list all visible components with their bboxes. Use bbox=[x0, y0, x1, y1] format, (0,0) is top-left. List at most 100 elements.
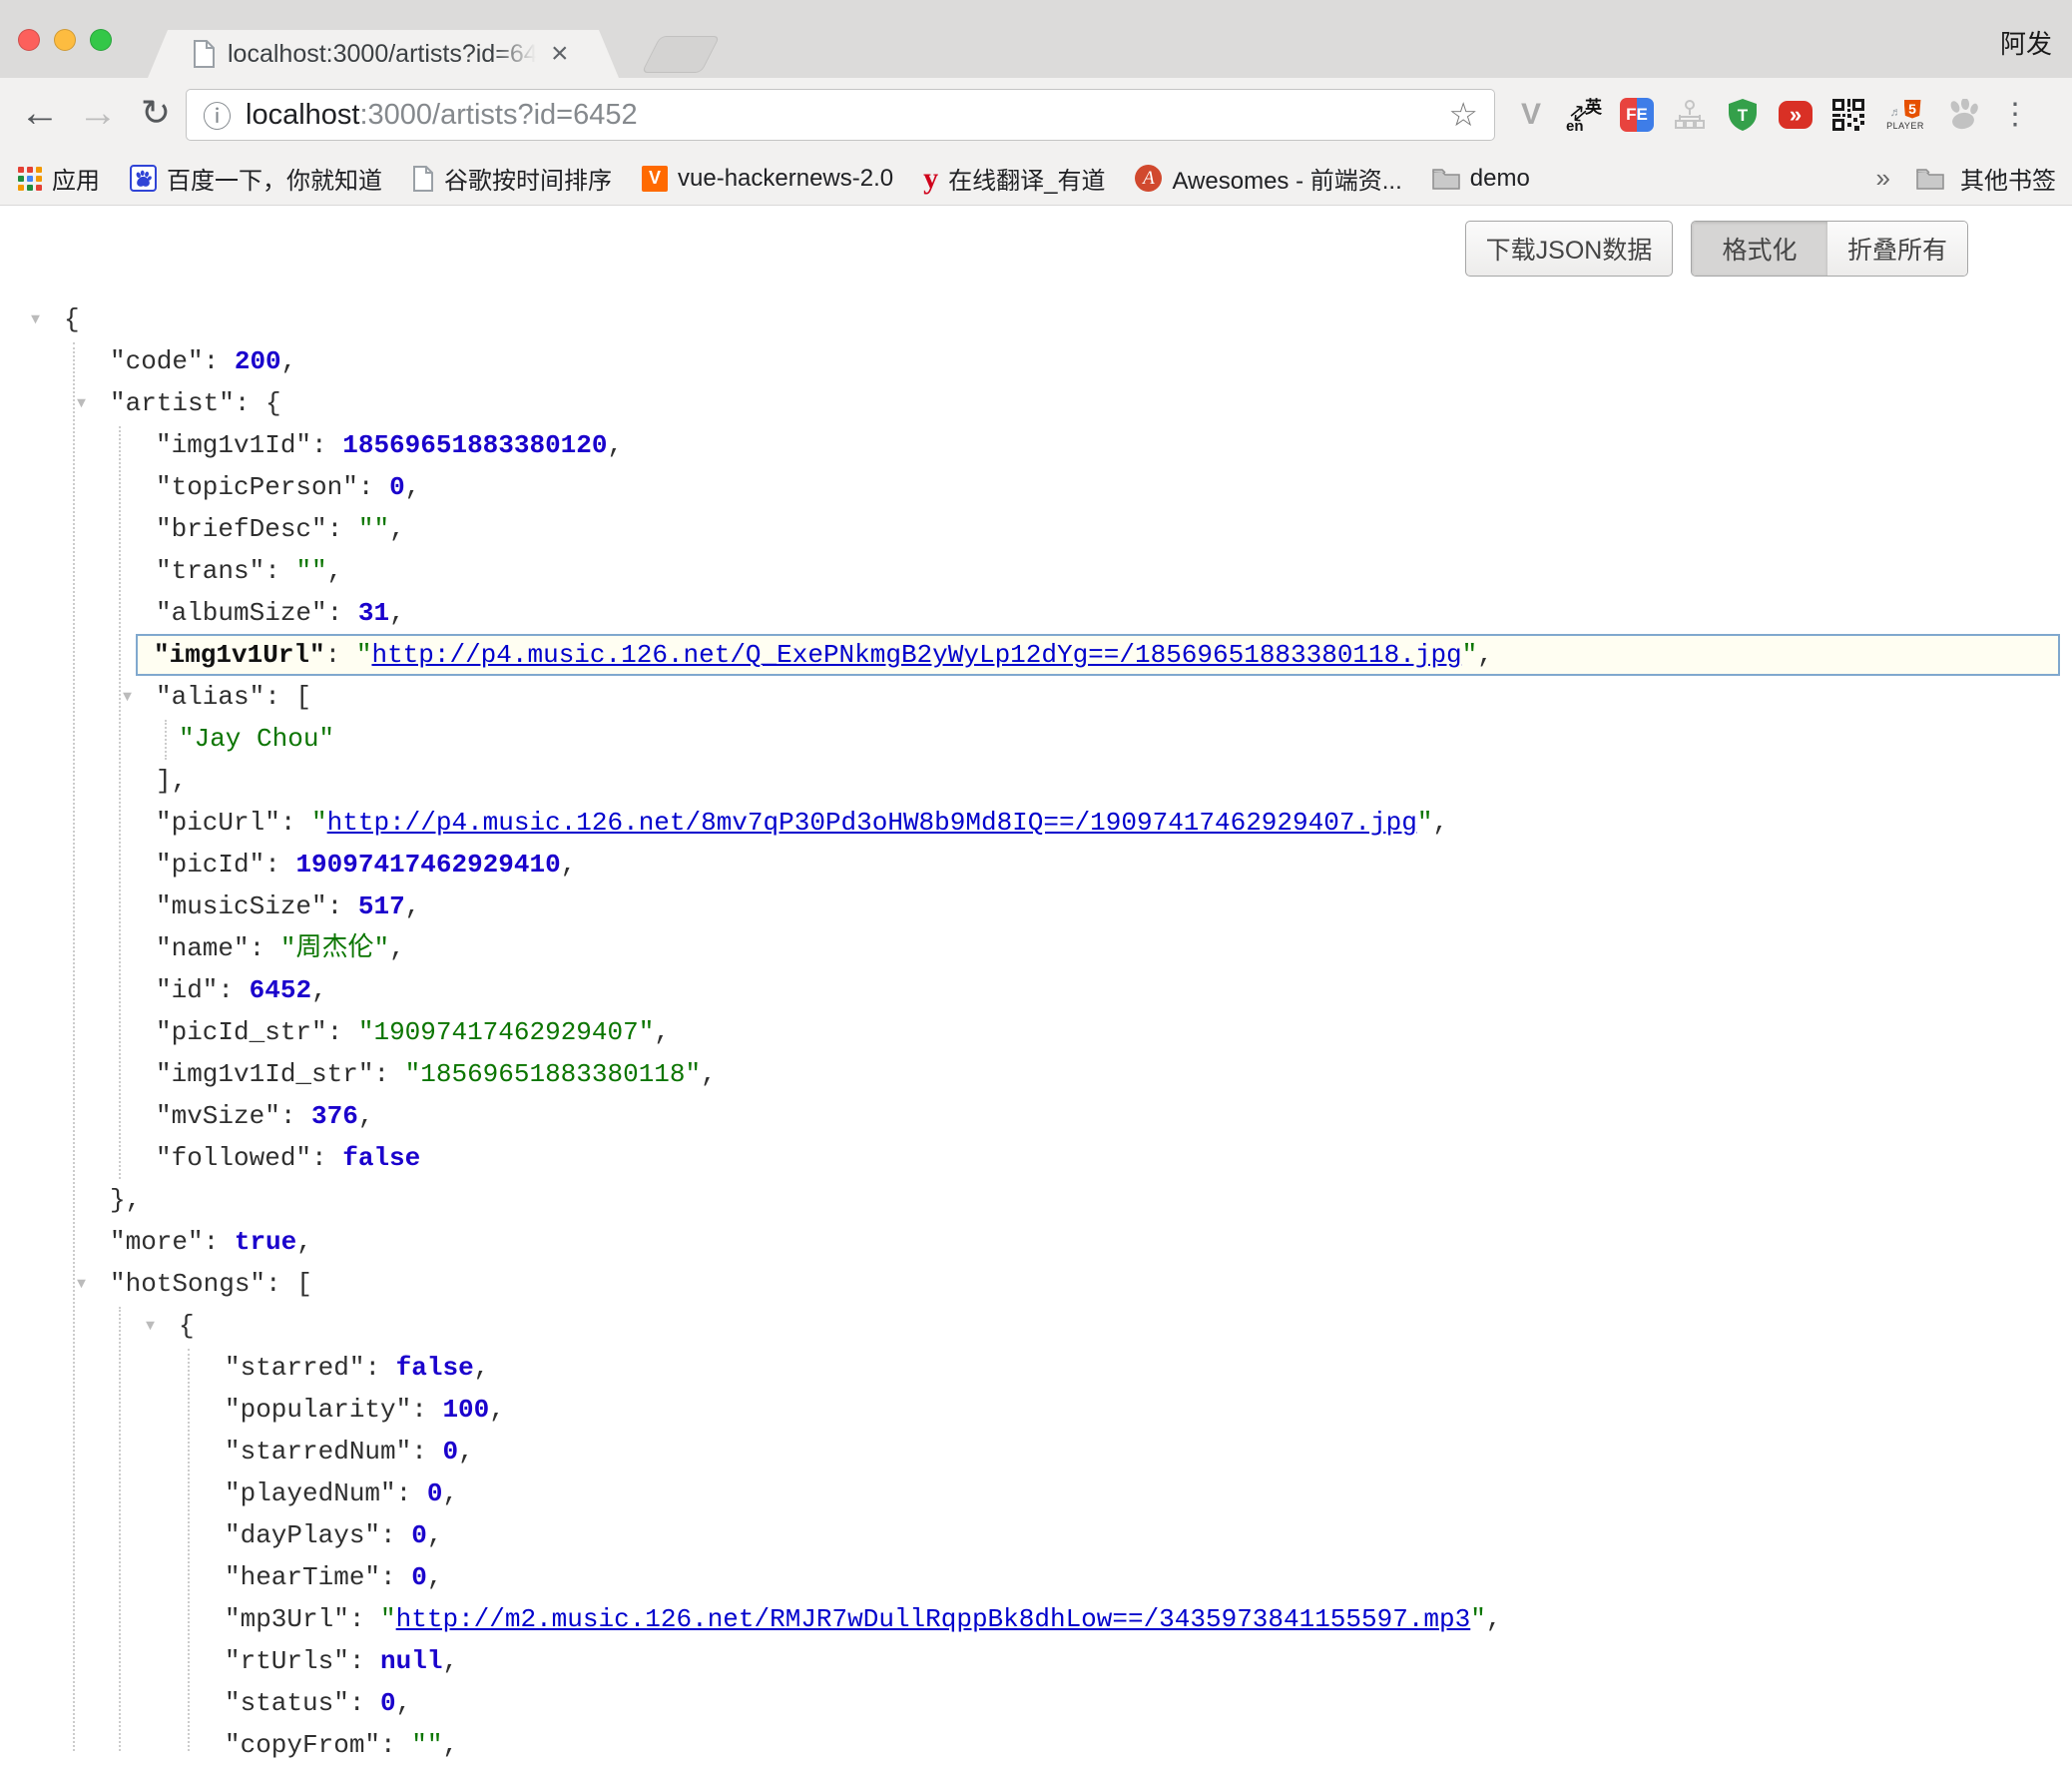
json-token-k: "img1v1Id" bbox=[156, 430, 311, 460]
bookmark-baidu[interactable]: 百度一下，你就知道 bbox=[130, 161, 382, 196]
bookmarks-overflow-chevron[interactable]: » bbox=[1876, 163, 1890, 194]
fehelper-extension-icon[interactable]: FE bbox=[1619, 93, 1655, 137]
json-token-p: , bbox=[489, 1395, 505, 1425]
json-token-w: false bbox=[342, 1143, 420, 1173]
json-line: "name": "周杰伦", bbox=[0, 927, 2072, 969]
reload-icon[interactable]: ↻ bbox=[134, 78, 178, 152]
browser-menu-icon[interactable]: ⋮ bbox=[1997, 93, 2033, 137]
other-bookmarks-label[interactable]: 其他书签 bbox=[1960, 161, 2056, 196]
json-line: "followed": false bbox=[0, 1137, 2072, 1179]
close-window-button[interactable] bbox=[18, 29, 40, 51]
profile-name[interactable]: 阿发 bbox=[2000, 24, 2052, 61]
json-token-p: : [ bbox=[264, 682, 311, 712]
json-token-k: "popularity" bbox=[225, 1395, 411, 1425]
vue-devtools-icon[interactable]: V bbox=[1513, 93, 1549, 137]
json-token-p: : bbox=[349, 1688, 380, 1718]
bookmark-awesomes[interactable]: A Awesomes - 前端资... bbox=[1135, 161, 1401, 196]
bookmarks-right: » 其他书签 bbox=[1876, 161, 2056, 196]
new-tab-button[interactable] bbox=[642, 36, 721, 73]
json-token-p: : bbox=[204, 1227, 235, 1257]
collapse-toggle-icon[interactable]: ▼ bbox=[146, 1305, 155, 1349]
json-token-k: "dayPlays" bbox=[225, 1520, 380, 1550]
json-token-p: : bbox=[349, 1646, 380, 1676]
forward-icon[interactable]: → bbox=[76, 78, 120, 152]
video-player-extension-icon[interactable]: » bbox=[1778, 93, 1813, 137]
json-token-p: : bbox=[380, 1520, 411, 1550]
paw-extension-icon[interactable] bbox=[1944, 93, 1980, 137]
json-line: "rtUrls": null, bbox=[0, 1640, 2072, 1682]
json-line: "hearTime": 0, bbox=[0, 1556, 2072, 1598]
json-token-p: , bbox=[654, 1017, 670, 1047]
json-token-n: 18569651883380120 bbox=[342, 430, 607, 460]
json-url-link[interactable]: http://m2.music.126.net/RMJR7wDullRqppBk… bbox=[396, 1604, 1471, 1634]
json-token-k: "hotSongs" bbox=[110, 1269, 265, 1299]
bookmark-google-sort[interactable]: 谷歌按时间排序 bbox=[412, 161, 612, 196]
json-token-p: : bbox=[349, 1604, 380, 1634]
format-button[interactable]: 格式化 bbox=[1692, 222, 1827, 276]
json-token-s: " bbox=[1470, 1604, 1486, 1634]
page-info-icon[interactable]: ⓘ bbox=[203, 94, 232, 136]
json-token-p: , bbox=[1432, 808, 1448, 838]
json-url-link[interactable]: http://p4.music.126.net/8mv7qP30Pd3oHW8b… bbox=[327, 808, 1417, 838]
back-icon[interactable]: ← bbox=[18, 78, 62, 152]
bookmark-youdao[interactable]: y 在线翻译_有道 bbox=[923, 161, 1105, 196]
browser-tab[interactable]: localhost:3000/artists?id=645 × bbox=[148, 30, 619, 78]
collapse-toggle-icon[interactable]: ▼ bbox=[31, 298, 40, 342]
download-json-button[interactable]: 下载JSON数据 bbox=[1465, 221, 1673, 277]
translate-en: en bbox=[1566, 118, 1584, 135]
json-token-s: "" bbox=[358, 514, 389, 544]
bookmark-star-icon[interactable]: ☆ bbox=[1448, 90, 1478, 142]
json-line: "dayPlays": 0, bbox=[0, 1514, 2072, 1556]
json-token-p: , bbox=[327, 556, 343, 586]
json-token-p: : bbox=[311, 430, 342, 460]
json-token-k: "trans" bbox=[156, 556, 264, 586]
json-token-k: "status" bbox=[225, 1688, 349, 1718]
json-line: "id": 6452, bbox=[0, 969, 2072, 1011]
player-caption: PLAYER bbox=[1886, 121, 1924, 131]
bookmark-apps[interactable]: 应用 bbox=[18, 161, 100, 196]
json-token-n: 0 bbox=[411, 1520, 427, 1550]
collapse-all-button[interactable]: 折叠所有 bbox=[1827, 222, 1967, 276]
collapse-toggle-icon[interactable]: ▼ bbox=[123, 676, 132, 720]
json-token-k: "picId" bbox=[156, 850, 264, 880]
json-token-k: "img1v1Url" bbox=[154, 640, 325, 670]
json-token-k: "id" bbox=[156, 975, 218, 1005]
qr-code-extension-icon[interactable] bbox=[1830, 93, 1866, 137]
tampermonkey-shield-icon[interactable]: T bbox=[1725, 93, 1761, 137]
json-token-p: { bbox=[179, 1311, 195, 1341]
view-mode-segmented: 格式化 折叠所有 bbox=[1691, 221, 1968, 277]
json-token-p: , bbox=[389, 514, 405, 544]
json-token-w: null bbox=[380, 1646, 442, 1676]
json-token-k: "img1v1Id_str" bbox=[156, 1059, 373, 1089]
collapse-toggle-icon[interactable]: ▼ bbox=[77, 382, 86, 426]
json-token-n: 0 bbox=[411, 1562, 427, 1592]
json-token-p: : bbox=[327, 891, 358, 921]
minimize-window-button[interactable] bbox=[54, 29, 76, 51]
json-line: "picId_str": "19097417462929407", bbox=[0, 1011, 2072, 1053]
bookmark-demo-folder[interactable]: demo bbox=[1432, 165, 1530, 193]
fullscreen-window-button[interactable] bbox=[90, 29, 112, 51]
collapse-toggle-icon[interactable]: ▼ bbox=[77, 1263, 86, 1307]
json-token-p: , bbox=[405, 891, 421, 921]
json-token-k: "briefDesc" bbox=[156, 514, 327, 544]
json-token-p: , bbox=[427, 1562, 443, 1592]
sitemap-extension-icon[interactable] bbox=[1672, 93, 1708, 137]
html5-player-extension-icon[interactable]: ♬ 5 PLAYER bbox=[1883, 93, 1927, 137]
bookmarks-bar: 应用 百度一下，你就知道 谷歌按时间排序 V vue-hackernews-2.… bbox=[0, 152, 2072, 206]
json-token-p: : bbox=[380, 1562, 411, 1592]
tab-close-icon[interactable]: × bbox=[551, 30, 569, 78]
url-path: :3000/artists?id=6452 bbox=[359, 99, 637, 131]
json-token-p: : bbox=[373, 1059, 404, 1089]
address-bar[interactable]: ⓘ localhost:3000/artists?id=6452 ☆ bbox=[186, 89, 1495, 141]
json-line: "img1v1Url": "http://p4.music.126.net/Q_… bbox=[136, 634, 2060, 676]
translate-extension-icon[interactable]: ⇄ 英 en bbox=[1566, 93, 1602, 137]
json-token-p: : bbox=[204, 346, 235, 376]
json-line: "topicPerson": 0, bbox=[0, 466, 2072, 508]
music-note-glyph: ♬ bbox=[1890, 105, 1902, 119]
bookmark-vue-hackernews[interactable]: V vue-hackernews-2.0 bbox=[642, 165, 893, 193]
json-token-s: " bbox=[311, 808, 327, 838]
json-url-link[interactable]: http://p4.music.126.net/Q_ExePNkmgB2yWyL… bbox=[371, 640, 1461, 670]
url-text[interactable]: localhost:3000/artists?id=6452 bbox=[246, 99, 638, 132]
json-token-k: "name" bbox=[156, 933, 250, 963]
json-line: ], bbox=[0, 760, 2072, 802]
